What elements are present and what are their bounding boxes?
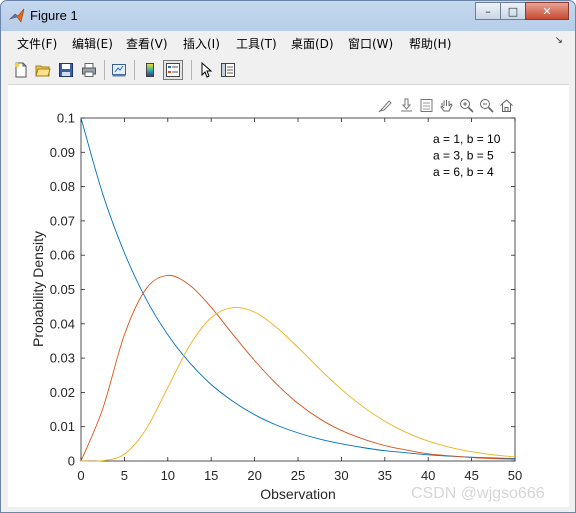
menu-desktop[interactable]: 桌面(D): [291, 35, 334, 52]
matlab-icon: [9, 8, 25, 23]
figure-toolbar: [8, 56, 569, 85]
open-file-icon[interactable]: [33, 60, 53, 80]
data-tips-icon[interactable]: [398, 97, 415, 114]
menu-view[interactable]: 查看(V): [126, 35, 168, 52]
minimize-button[interactable]: –: [475, 2, 501, 20]
window-title: Figure 1: [30, 8, 78, 23]
menu-insert[interactable]: 插入(I): [183, 35, 220, 52]
zoom-in-icon[interactable]: [458, 97, 475, 114]
menu-file[interactable]: 文件(F): [17, 35, 57, 52]
pan-icon[interactable]: [438, 97, 455, 114]
legend-icon[interactable]: [163, 60, 183, 80]
colorbar-icon[interactable]: [140, 60, 160, 80]
menu-window[interactable]: 窗口(W): [348, 35, 393, 52]
link-plot-icon[interactable]: [109, 60, 129, 80]
insert-legend-small-icon[interactable]: [418, 97, 435, 114]
close-button[interactable]: ✕: [525, 2, 569, 20]
property-inspector-icon[interactable]: [218, 60, 238, 80]
menu-bar: 文件(F) 编辑(E) 查看(V) 插入(I) 工具(T) 桌面(D) 窗口(W…: [8, 32, 569, 54]
title-bar[interactable]: Figure 1 – □ ✕: [1, 1, 575, 31]
figure-window: Figure 1 – □ ✕ 文件(F) 编辑(E) 查看(V) 插入(I) 工…: [0, 0, 576, 513]
watermark: CSDN @wjgso666: [411, 485, 545, 502]
menu-dock-arrow-icon[interactable]: ↘: [555, 35, 563, 46]
menu-help[interactable]: 帮助(H): [409, 35, 451, 52]
pointer-icon[interactable]: [196, 60, 216, 80]
print-icon[interactable]: [79, 60, 99, 80]
new-figure-icon[interactable]: [11, 60, 31, 80]
save-icon[interactable]: [56, 60, 76, 80]
home-icon[interactable]: [498, 97, 515, 114]
brush-icon[interactable]: [377, 97, 394, 114]
menu-tools[interactable]: 工具(T): [236, 35, 277, 52]
zoom-out-icon[interactable]: [478, 97, 495, 114]
figure-canvas: [8, 85, 569, 507]
menu-edit[interactable]: 编辑(E): [72, 35, 113, 52]
maximize-button[interactable]: □: [500, 2, 526, 20]
